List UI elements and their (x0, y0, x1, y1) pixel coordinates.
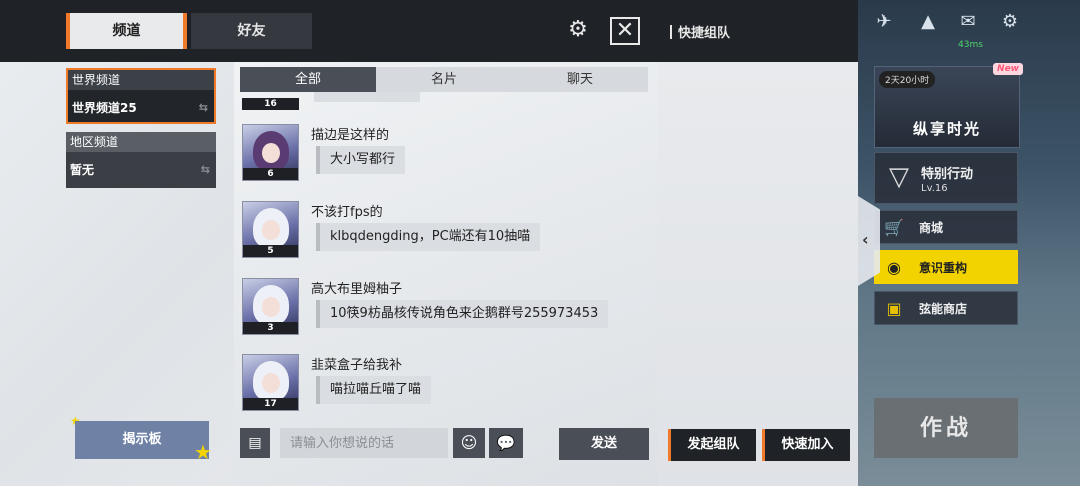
tab-channel[interactable]: 频道 (66, 13, 187, 49)
tab-friends[interactable]: 好友 (191, 13, 312, 49)
swap-icon[interactable]: ⇆ (201, 152, 210, 188)
chat-message: 6 描边是这样的 大小写都行 (242, 124, 652, 192)
quick-team-panel: 快捷组队 发起组队 快速加入 (658, 0, 858, 486)
message-bubble: 喵拉喵丘喵了喵 (316, 376, 432, 404)
special-operation-level: Lv.16 (921, 183, 948, 194)
avatar[interactable]: 3 (242, 278, 299, 335)
message-username: 韭菜盒子给我补 (311, 358, 403, 373)
event-timer: 2天20小时 (879, 71, 936, 88)
channel-world[interactable]: 世界频道 世界频道25 ⇆ (66, 68, 216, 124)
new-badge: New (993, 63, 1023, 75)
string-shop-button[interactable]: ▣ 弦能商店 (874, 291, 1018, 325)
bag-icon: ▣ (886, 299, 902, 318)
bulletin-board-button[interactable]: 揭示板 (75, 421, 209, 459)
channel-region[interactable]: 地区频道 暂无 ⇆ (66, 132, 216, 188)
game-top-icons: ✈ ▲ ✉ ⚙ (870, 8, 1080, 38)
shop-button[interactable]: 🛒 商城 (874, 210, 1018, 244)
create-team-button[interactable]: 发起组队 (668, 429, 756, 461)
event-banner[interactable]: 2天20小时 New 纵享时光 (874, 63, 1023, 148)
mail-icon[interactable]: ✉ (956, 10, 980, 34)
avatar-level: 16 (242, 98, 299, 110)
rocket-icon[interactable]: ✈ (872, 10, 896, 34)
head-icon: ◉ (887, 258, 901, 277)
special-operation-label: 特别行动 (921, 167, 974, 182)
chevron-left-icon: ‹ (862, 230, 869, 249)
chat-message: 3 高大布里姆柚子 10筷9枋晶核传说角色来企鹅群号255973453 (242, 278, 652, 346)
avatar[interactable]: 17 (242, 354, 299, 411)
chat-panel: 全部 名片 聊天 16 6 描边是这样的 大小写都行 5 不该打fps的 klb… (234, 62, 658, 486)
message-bubble: 大小写都行 (316, 146, 406, 174)
special-operation-button[interactable]: ▽ 特别行动 Lv.16 (874, 152, 1018, 204)
chat-message: 5 不该打fps的 klbqdengding，PC端还有10抽喵 (242, 201, 652, 269)
chat-filter-bar: 全部 名片 聊天 (240, 67, 648, 92)
cart-icon: 🛒 (884, 218, 904, 237)
network-latency: 43ms (958, 40, 983, 50)
chat-message: 17 韭菜盒子给我补 喵拉喵丘喵了喵 (242, 354, 652, 422)
channel-region-value: 暂无 (70, 163, 95, 177)
consciousness-rebuild-label: 意识重构 (919, 261, 968, 275)
message-bubble (314, 92, 420, 102)
channel-world-value: 世界频道25 (72, 101, 137, 115)
collapse-panel-button[interactable]: ‹ (858, 196, 880, 286)
shop-label: 商城 (919, 221, 944, 235)
message-username: 高大布里姆柚子 (311, 282, 403, 297)
avatar-level: 17 (243, 398, 298, 410)
close-icon[interactable]: ✕ (610, 17, 640, 45)
message-bubble: klbqdengding，PC端还有10抽喵 (316, 223, 541, 251)
name-card-button[interactable]: ▤ (240, 428, 270, 458)
filter-cards[interactable]: 名片 (376, 67, 512, 92)
message-bubble: 10筷9枋晶核传说角色来企鹅群号255973453 (316, 300, 609, 328)
event-title: 纵享时光 (912, 120, 981, 138)
special-operation-icon: ▽ (889, 162, 909, 192)
speech-bubble-icon[interactable]: 💬 (489, 428, 523, 458)
message-username: 不该打fps的 (311, 205, 383, 220)
settings-gear-icon[interactable]: ⚙ (998, 10, 1022, 34)
combat-button[interactable]: 作战 (874, 398, 1018, 458)
avatar-level: 5 (243, 245, 298, 257)
quick-join-button[interactable]: 快速加入 (762, 429, 850, 461)
gear-icon[interactable]: ⚙ (566, 18, 590, 42)
string-shop-label: 弦能商店 (919, 302, 968, 316)
ranking-icon[interactable]: ▲ (916, 10, 940, 34)
emoji-icon[interactable]: ☺ (453, 428, 485, 458)
message-username: 描边是这样的 (311, 128, 390, 143)
quick-team-title-text: 快捷组队 (678, 26, 731, 41)
combat-label: 作战 (919, 416, 972, 441)
channel-world-title: 世界频道 (68, 70, 214, 90)
channel-region-title: 地区频道 (66, 132, 216, 152)
avatar-level: 3 (243, 322, 298, 334)
avatar-level: 6 (243, 168, 298, 180)
avatar[interactable]: 6 (242, 124, 299, 181)
swap-icon[interactable]: ⇆ (199, 90, 208, 126)
send-button[interactable]: 发送 (559, 428, 649, 460)
avatar[interactable]: 5 (242, 201, 299, 258)
star-icon: ★ (194, 440, 212, 464)
chat-input[interactable] (280, 428, 448, 458)
filter-chat[interactable]: 聊天 (512, 67, 648, 92)
consciousness-rebuild-button[interactable]: ◉ 意识重构 (874, 250, 1018, 284)
quick-team-title: 快捷组队 (670, 22, 730, 41)
filter-all[interactable]: 全部 (240, 67, 376, 92)
